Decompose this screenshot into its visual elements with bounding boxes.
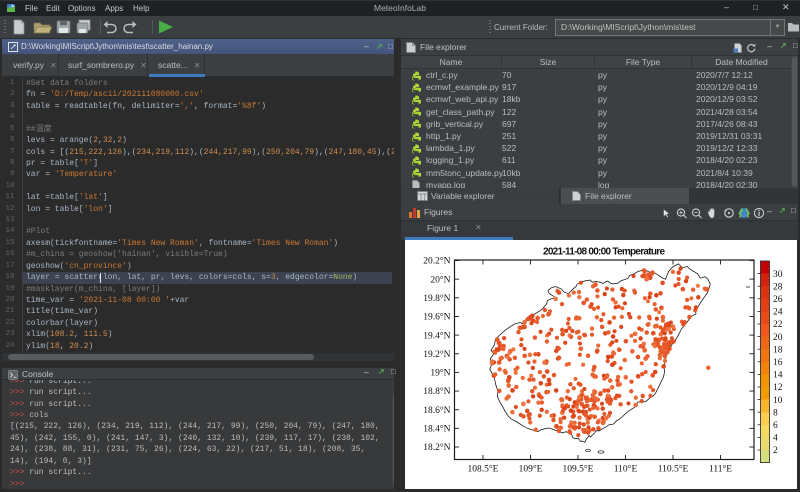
svg-text:10: 10: [773, 396, 783, 406]
svg-text:8: 8: [773, 408, 778, 418]
svg-text:26: 26: [773, 295, 783, 305]
svg-text:19.2°N: 19.2°N: [423, 349, 450, 360]
svg-text:18.8°N: 18.8°N: [423, 386, 450, 397]
svg-text:18.6°N: 18.6°N: [423, 405, 450, 416]
svg-text:109°E: 109°E: [519, 464, 543, 475]
svg-text:109.5°E: 109.5°E: [563, 464, 594, 475]
svg-text:22: 22: [773, 320, 783, 330]
svg-text:20.2°N: 20.2°N: [423, 256, 450, 267]
svg-text:12: 12: [773, 383, 783, 393]
svg-text:20: 20: [773, 333, 783, 343]
svg-text:2: 2: [773, 446, 778, 456]
svg-text:16: 16: [773, 358, 783, 368]
svg-text:30: 30: [773, 270, 783, 280]
svg-text:108.5°E: 108.5°E: [468, 464, 499, 475]
svg-text:4: 4: [773, 434, 778, 444]
svg-text:14: 14: [773, 371, 783, 381]
svg-text:19°N: 19°N: [430, 368, 450, 379]
svg-text:110°E: 110°E: [614, 464, 638, 475]
svg-text:18: 18: [773, 345, 783, 355]
svg-text:2021-11-08 00:00 Temperature: 2021-11-08 00:00 Temperature: [543, 247, 665, 258]
svg-text:20°N: 20°N: [430, 274, 450, 285]
svg-text:18.4°N: 18.4°N: [423, 424, 450, 435]
svg-text:28: 28: [773, 282, 783, 292]
svg-text:24: 24: [773, 308, 783, 318]
svg-text:19.4°N: 19.4°N: [423, 330, 450, 341]
svg-text:19.8°N: 19.8°N: [423, 293, 450, 304]
svg-text:18.2°N: 18.2°N: [423, 442, 450, 453]
svg-text:6: 6: [773, 421, 778, 431]
svg-text:111°E: 111°E: [709, 464, 732, 475]
svg-text:110.5°E: 110.5°E: [658, 464, 689, 475]
svg-text:19.6°N: 19.6°N: [423, 312, 450, 323]
